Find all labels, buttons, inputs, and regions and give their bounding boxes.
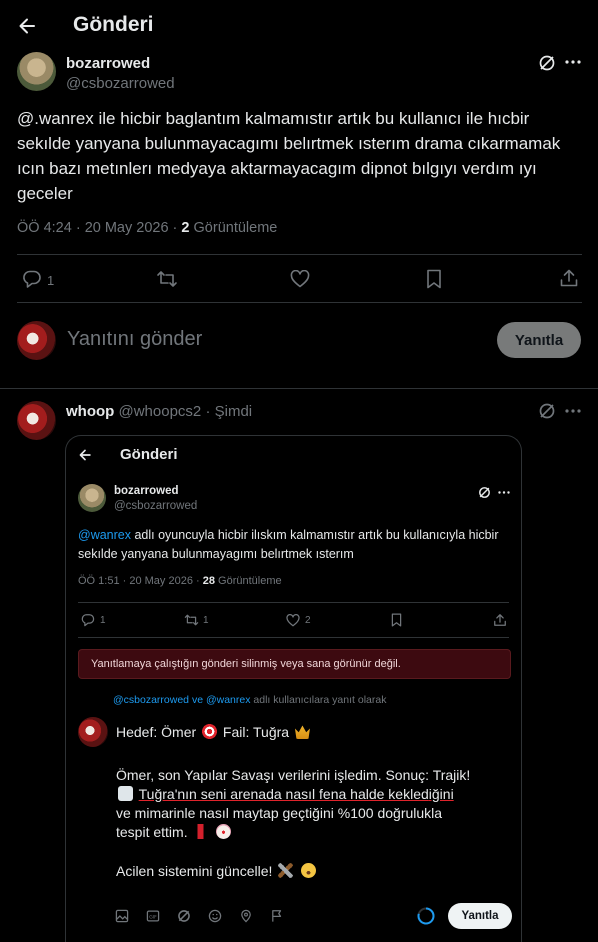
divider [78,602,509,603]
post-text-body: adlı oyuncuyla hicbir ilıskım kalmamıstı… [78,528,499,561]
more-options-icon[interactable] [565,60,581,64]
avatar[interactable] [17,401,56,440]
draft-line: ve mimarinle nasıl maytap geçtiğini %100… [116,805,443,821]
reply-count: 1 [47,273,55,288]
draft-line-text: tespit ettim. [116,824,188,840]
avatar [17,321,56,360]
author-handle[interactable]: @csbozarrowed [66,75,175,92]
author-name[interactable]: bozarrowed [66,55,150,72]
page-title: Gönderi [73,13,154,36]
post-meta: ÖÖ 1:51 · 20 May 2026 · 28 Görüntüleme [78,575,282,587]
avatar [78,484,106,512]
replying-to: @csbozarrowed ve @wanrex adlı kullanıcıl… [113,694,386,706]
grok-icon [177,909,191,923]
crown-icon [294,725,310,739]
fire-extinguisher-icon [193,824,209,839]
post-time[interactable]: ÖÖ 4:24 · 20 May 2026 · [17,220,181,236]
view-count: 28 [202,575,215,587]
reply-icon [81,613,95,627]
retweet-icon[interactable] [156,269,178,289]
more-options-icon[interactable] [565,409,581,413]
attached-image[interactable]: Gönderi bozarrowed @csbozarrowed @wanrex… [65,435,522,942]
draft-line-1: Hedef: Ömer Fail: Tuğra [116,724,312,740]
author-handle[interactable]: @whoopcs2 [119,403,202,420]
avatar [78,717,108,747]
draft-target-text: Hedef: Ömer [116,724,197,740]
more-options-icon [498,491,510,494]
draft-line: tespit ettim. [116,823,516,842]
author-handle: @csbozarrowed [114,500,198,512]
error-banner: Yanıtlamaya çalıştığın gönderi silinmiş … [78,649,511,679]
avatar[interactable] [17,52,56,91]
reply-button[interactable]: Yanıtla [497,322,581,358]
reply-input[interactable]: Yanıtını gönder [67,328,202,351]
draft-line: Ömer, son Yapılar Savaşı verilerini işle… [116,767,471,783]
chart-decreasing-icon [118,786,133,801]
clown-face-icon [216,824,232,839]
share-icon [493,613,507,627]
direct-hit-icon [202,724,218,739]
back-arrow-icon[interactable] [17,16,37,36]
draft-fail-text: Fail: Tuğra [222,724,290,740]
face-with-tears-of-joy-icon [301,863,317,878]
retweet-count: 1 [203,615,209,626]
reply-count: 1 [100,615,106,626]
draft-line: Tuğra'nın seni arenada nasıl fena halde … [116,785,516,804]
reply-button: Yanıtla [448,903,512,929]
reply-icon[interactable] [22,269,42,289]
grok-icon[interactable] [538,402,556,420]
divider [0,388,598,389]
location-icon [239,909,253,923]
like-count: 2 [305,615,311,626]
post-text: @wanrex adlı oyuncuyla hicbir ilıskım ka… [78,526,503,564]
author-name: bozarrowed [114,485,179,497]
hammer-and-wrench-icon [278,863,294,878]
gif-icon: GIF [146,909,160,923]
page-title: Gönderi [120,446,178,463]
emoji-icon [208,909,222,923]
views-label: Görüntüleme [193,220,278,236]
media-icon [115,909,129,923]
post-meta: ÖÖ 4:24 · 20 May 2026 · 2 Görüntüleme [17,220,277,236]
draft-paragraph-2: Ömer, son Yapılar Savaşı verilerini işle… [116,766,516,842]
post-text: @.wanrex ile hicbir baglantım kalmamıstı… [17,109,561,203]
flag-icon [270,909,284,923]
post-time: ÖÖ 1:51 · 20 May 2026 · [78,575,203,587]
replying-to-handles: @csbozarrowed ve @wanrex [113,694,251,706]
views-label: Görüntüleme [218,575,282,587]
share-icon[interactable] [559,268,579,288]
grok-icon[interactable] [538,54,556,72]
bookmark-icon[interactable] [426,269,442,289]
grok-icon [478,486,491,499]
like-icon[interactable] [290,270,310,288]
author-name[interactable]: whoop [66,403,114,420]
svg-text:GIF: GIF [149,914,157,920]
like-icon [286,614,300,627]
divider [78,637,509,638]
draft-line-text: Tuğra'nın seni arenada nasıl fena halde … [138,786,429,802]
character-counter-icon [417,907,435,925]
mention-link: @wanrex [78,528,131,542]
post-time[interactable]: · Şimdi [205,403,252,420]
replying-to-suffix: adlı kullanıcılara yanıt olarak [250,694,387,706]
bookmark-icon [391,613,402,627]
view-count: 2 [181,220,190,236]
error-text: Yanıtlamaya çalıştığın gönderi silinmiş … [91,658,401,670]
back-arrow-icon [78,448,92,462]
draft-line-3: Acilen sistemini güncelle! [116,863,318,879]
draft-text: Acilen sistemini güncelle! [116,863,273,879]
divider [17,254,582,255]
reply-header: whoop @whoopcs2 · Şimdi [66,403,252,420]
divider [17,302,582,303]
retweet-icon [184,613,199,627]
draft-line-text-underlined: iğini [428,786,454,802]
